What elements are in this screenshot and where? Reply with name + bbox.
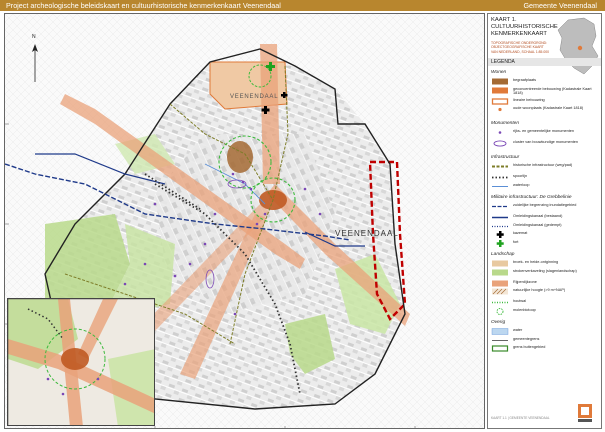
legend-group-title: Overig [491, 320, 506, 325]
legend-item-label: spoorlijn [513, 174, 528, 178]
legend-item-label: Omleidingskanaal (bestaand) [513, 214, 563, 218]
map-title: KAART 1. CULTUURHISTORISCHE KENMERKENKAA… [491, 17, 558, 38]
legend-item-label: oude woonplaats (Kadastrale Kaart 1818) [513, 106, 584, 110]
map-title-line2: CULTUURHISTORISCHE [491, 24, 558, 30]
legend-item: rijks- en gemeentelijke monumenten [491, 129, 601, 139]
map-frame[interactable]: VEENENDAAL VEENENDAAL N [4, 13, 485, 429]
legend-heading: LEGENDA [488, 58, 601, 66]
water-fill-icon [491, 328, 509, 335]
navy-line-icon [492, 216, 508, 219]
map-subtitle: TOPOGRAFISCHE ONDERGROND: OBJECTGEOGRAFI… [491, 41, 550, 54]
purple-oval-icon [493, 140, 507, 147]
legend-item-label: water [513, 328, 523, 332]
orange-outline-icon [491, 97, 509, 105]
green-dots-icon [492, 301, 508, 304]
legend-item-label: fort [513, 239, 519, 244]
town-label-north: VEENENDAAL [230, 94, 278, 100]
brown-fill-icon [492, 78, 508, 85]
company-logo [576, 402, 594, 424]
green-dashcircle-icon [496, 307, 504, 315]
black-cross-icon [496, 231, 504, 238]
legend-group-title: Wonen [491, 70, 507, 75]
salmon-fill-icon [492, 280, 508, 286]
legend-item-label: zuidelijke begrenzing inundatiegebied [513, 203, 577, 207]
legend-item-label: Omleidingskanaal (gedempt) [513, 222, 562, 227]
legend-item-label: Rijperdijkzone [513, 279, 537, 284]
legend-item: natuurlijke hoogte (>9 m+NAP) [491, 288, 601, 298]
legend-item: cluster van bouwkundige monumenten [491, 140, 601, 150]
green-cross-icon [496, 239, 504, 247]
legend-item-label: rijks- en gemeentelijke monumenten [513, 129, 574, 133]
legend-item-label: geconcentreerde bebouwing (Kadastrale Ka… [513, 86, 592, 95]
legend-item-label: cluster van bouwkundige monumenten [513, 140, 579, 144]
navy-dotline-icon [492, 225, 508, 227]
north-arrow: N [27, 34, 43, 84]
legend-item-label: begraafplaats [513, 78, 537, 82]
legend-item: zuidelijke begrenzing inundatiegebied [491, 203, 601, 213]
page-title: Project archeologische beleidskaart en c… [6, 1, 281, 10]
navy-dash-icon [492, 205, 508, 208]
tan-fill-icon [492, 260, 508, 267]
brown-hatch-icon [492, 288, 508, 295]
olive-line-icon [492, 165, 508, 168]
legend-item-label: grens buitengebied [513, 345, 546, 349]
map-title-line3: KENMERKENKAART [491, 31, 547, 37]
legend-item: molenbiotoop [491, 308, 601, 318]
legend-item-label: waterloop [513, 182, 530, 187]
legend-item: strokenverkaveling (slagenlandschap) [491, 269, 601, 279]
green-outline-icon [491, 345, 509, 352]
orange-fill-icon [492, 87, 508, 93]
blue-line-icon [492, 185, 508, 187]
legend-item-label: historische infrastructuur (weg/pad) [513, 163, 573, 167]
legend-group-title: Militaire infrastructuur: De Grebbelinie [491, 195, 572, 200]
legend-group-title: Landschap [491, 252, 515, 257]
legend-item: oude woonplaats (Kadastrale Kaart 1818) [491, 106, 601, 116]
legend-item-label: gemeentegrens [513, 336, 540, 341]
legend-item-label: molenbiotoop [513, 307, 536, 312]
legend-item: historische infrastructuur (weg/pad) [491, 163, 601, 173]
title-bar: Project archeologische beleidskaart en c… [0, 0, 605, 11]
legend-group-title: Infrastructuur [491, 155, 520, 160]
rail-dots-icon [492, 176, 508, 179]
legend-item-label: natuurlijke hoogte (>9 m+NAP) [513, 288, 566, 292]
legend-item: geconcentreerde bebouwing (Kadastrale Ka… [491, 87, 601, 97]
purple-dot-icon [498, 131, 502, 134]
green-fill-icon [492, 269, 508, 275]
legend-item-label: lineaire bebouwing [513, 97, 545, 102]
netherlands-overview-map [554, 16, 600, 78]
grey-line-icon [492, 339, 508, 341]
orange-dot-icon [498, 107, 502, 112]
legend-panel: KAART 1. CULTUURHISTORISCHE KENMERKENKAA… [487, 13, 602, 429]
legend-footer: KAART 1.1 | GEMEENTE VEENENDAAL [491, 416, 550, 420]
legend-item-label: kazemat [513, 231, 528, 235]
legend-item: waterloop [491, 183, 601, 193]
legend-item-label: broek- en heide-ontginning [513, 260, 559, 264]
legend-item-label: strokenverkaveling (slagenlandschap) [513, 268, 577, 273]
town-label: VEENENDAAL [335, 229, 399, 238]
legend-item: fort [491, 239, 601, 250]
map-title-line1: KAART 1. [491, 17, 517, 23]
legend-group-title: Monumenten [491, 121, 519, 126]
inset-map[interactable] [7, 298, 155, 426]
organization-name: Gemeente Veenendaal [523, 1, 597, 10]
legend-item: grens buitengebied [491, 345, 601, 355]
legend-item-label: houtwal [513, 299, 527, 303]
north-label: N [32, 34, 36, 40]
